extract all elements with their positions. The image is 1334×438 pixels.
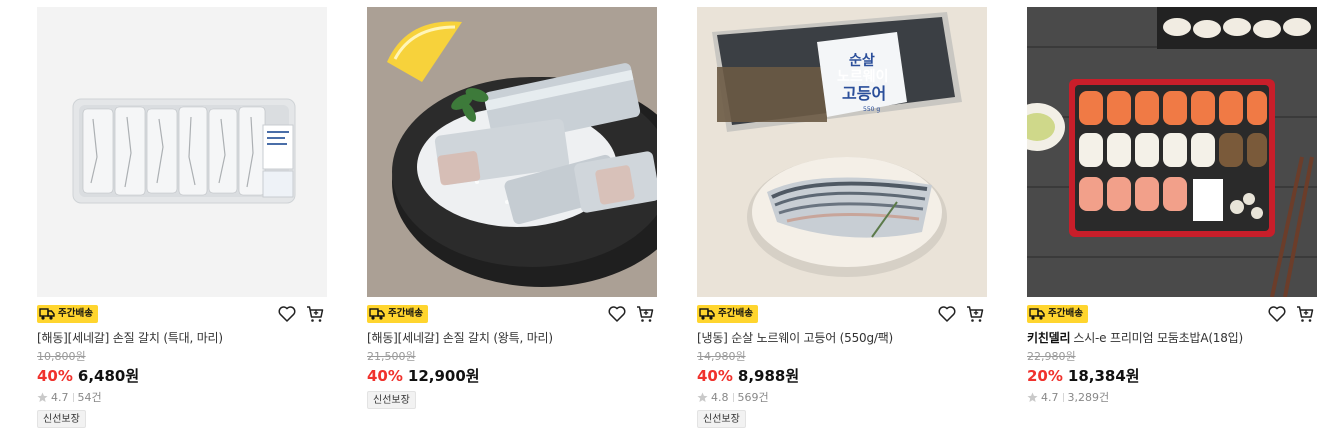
sale-price: 12,900원 <box>407 367 480 385</box>
rating-score: 4.7 <box>51 390 69 404</box>
product-image[interactable] <box>37 7 327 297</box>
product-image[interactable] <box>367 7 657 297</box>
fresh-guarantee-tag: 신선보장 <box>37 410 86 428</box>
heart-icon[interactable] <box>607 304 627 324</box>
review-count: 54건 <box>77 391 102 404</box>
review-count: 569건 <box>737 391 769 404</box>
heart-icon[interactable] <box>937 304 957 324</box>
discount-rate: 40% <box>367 367 403 385</box>
star-icon <box>697 392 708 402</box>
rating-divider <box>72 392 74 402</box>
truck-icon <box>39 308 55 320</box>
product-title[interactable]: [냉동] 순살 노르웨이 고등어 (550g/팩) <box>697 330 987 346</box>
price-row: 20% 18,384원 <box>1027 365 1317 387</box>
truck-icon <box>1029 308 1045 320</box>
cart-icon[interactable] <box>965 304 985 324</box>
truck-icon <box>699 308 715 320</box>
sale-price: 18,384원 <box>1067 367 1140 385</box>
heart-icon[interactable] <box>277 304 297 324</box>
package-text-boneless: 순살 <box>849 52 875 69</box>
cart-icon[interactable] <box>1295 304 1315 324</box>
price-row: 40% 6,480원 <box>37 365 327 387</box>
fresh-guarantee-tag: 신선보장 <box>367 391 416 409</box>
original-price: 10,800원 <box>37 350 86 363</box>
discount-rate: 40% <box>37 367 73 385</box>
heart-icon[interactable] <box>1267 304 1287 324</box>
rating-row: 4.7 3,289건 <box>1027 390 1317 404</box>
product-grid: 주간배송 [해동][세네갈] 손질 갈치 (특대, 마리) 10,800원 40… <box>0 0 1334 438</box>
product-card[interactable]: 주간배송 [해동][세네갈] 손질 갈치 (왕특, 마리) 21,500원 40… <box>367 7 657 409</box>
cart-icon[interactable] <box>305 304 325 324</box>
product-title[interactable]: 키친델리 스시-e 프리미엄 모둠초밥A(18입) <box>1027 330 1317 346</box>
package-weight: 550 g <box>863 106 880 113</box>
weekly-delivery-badge: 주간배송 <box>697 305 758 323</box>
review-count: 3,289건 <box>1067 391 1110 404</box>
fresh-guarantee-tag: 신선보장 <box>697 410 746 428</box>
product-title[interactable]: [해동][세네갈] 손질 갈치 (특대, 마리) <box>37 330 327 346</box>
product-title[interactable]: [해동][세네갈] 손질 갈치 (왕특, 마리) <box>367 330 657 346</box>
sale-price: 8,988원 <box>737 367 800 385</box>
price-row: 40% 8,988원 <box>697 365 987 387</box>
cart-icon[interactable] <box>635 304 655 324</box>
discount-rate: 40% <box>697 367 733 385</box>
weekly-delivery-badge: 주간배송 <box>1027 305 1088 323</box>
weekly-delivery-badge: 주간배송 <box>37 305 98 323</box>
sale-price: 6,480원 <box>77 367 140 385</box>
rating-divider <box>732 392 734 402</box>
original-price: 22,980원 <box>1027 350 1076 363</box>
package-text-mackerel: 고등어 <box>842 84 886 103</box>
product-image[interactable] <box>1027 7 1317 297</box>
rating-score: 4.8 <box>711 390 729 404</box>
brand-name: 키친델리 <box>1027 331 1071 345</box>
product-card[interactable]: 주간배송 키친델리 스시-e 프리미엄 모둠초밥A(18입) 22,980원 20… <box>1027 7 1317 404</box>
star-icon <box>37 392 48 402</box>
product-card[interactable]: 주간배송 [해동][세네갈] 손질 갈치 (특대, 마리) 10,800원 40… <box>37 7 327 428</box>
truck-icon <box>369 308 385 320</box>
rating-row: 4.7 54건 <box>37 390 327 404</box>
original-price: 14,980원 <box>697 350 746 363</box>
rating-divider <box>1062 392 1064 402</box>
star-icon <box>1027 392 1038 402</box>
product-image[interactable]: 순살 노르웨이 고등어 550 g <box>697 7 987 297</box>
original-price: 21,500원 <box>367 350 416 363</box>
price-row: 40% 12,900원 <box>367 365 657 387</box>
product-card[interactable]: 순살 노르웨이 고등어 550 g 주간배송 [냉동] 순살 노르웨이 고등어 … <box>697 7 987 428</box>
weekly-delivery-badge: 주간배송 <box>367 305 428 323</box>
rating-row: 4.8 569건 <box>697 390 987 404</box>
discount-rate: 20% <box>1027 367 1063 385</box>
rating-score: 4.7 <box>1041 390 1059 404</box>
